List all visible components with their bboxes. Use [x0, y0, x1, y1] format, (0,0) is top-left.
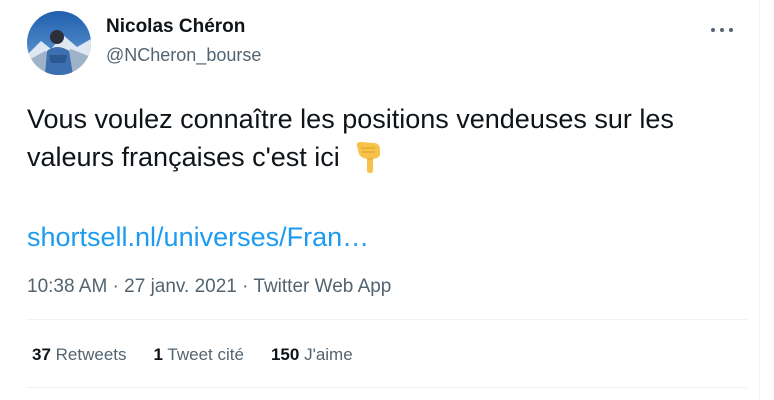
more-options-button[interactable] [708, 20, 736, 40]
likes-label: J'aime [304, 345, 353, 364]
retweets-label: Retweets [55, 345, 127, 364]
tweet-stats: 37 Retweets 1 Tweet cité 150 J'aime [32, 343, 380, 367]
author-handle[interactable]: @NCheron_bourse [106, 43, 261, 67]
tweet-text-block: Vous voulez connaître les positions vend… [27, 100, 747, 176]
divider [27, 387, 748, 388]
more-icon-dot [729, 28, 733, 32]
tweet-card: Nicolas Chéron @NCheron_bourse Vous voul… [0, 0, 760, 400]
divider [27, 319, 748, 320]
likes-count: 150 [270, 345, 300, 364]
likes-stat[interactable]: 150 J'aime [271, 343, 353, 367]
tweet-text: Vous voulez connaître les positions vend… [27, 104, 674, 172]
author-display-name[interactable]: Nicolas Chéron [106, 15, 261, 39]
tweet-meta[interactable]: 10:38 AM · 27 janv. 2021 · Twitter Web A… [27, 274, 391, 300]
tweet-link[interactable]: shortsell.nl/universes/Fran… [27, 218, 369, 256]
quotes-count: 1 [153, 345, 163, 364]
avatar-image [27, 11, 91, 75]
quotes-stat[interactable]: 1 Tweet cité [154, 343, 244, 367]
retweets-count: 37 [32, 345, 51, 364]
tweet-header: Nicolas Chéron @NCheron_bourse [27, 11, 261, 75]
retweets-stat[interactable]: 37 Retweets [32, 343, 127, 367]
author-names: Nicolas Chéron @NCheron_bourse [106, 15, 261, 67]
more-icon-dot [711, 28, 715, 32]
quotes-label: Tweet cité [167, 345, 244, 364]
backhand-index-pointing-down-icon [357, 142, 381, 173]
more-icon-dot [720, 28, 724, 32]
avatar[interactable] [27, 11, 91, 75]
